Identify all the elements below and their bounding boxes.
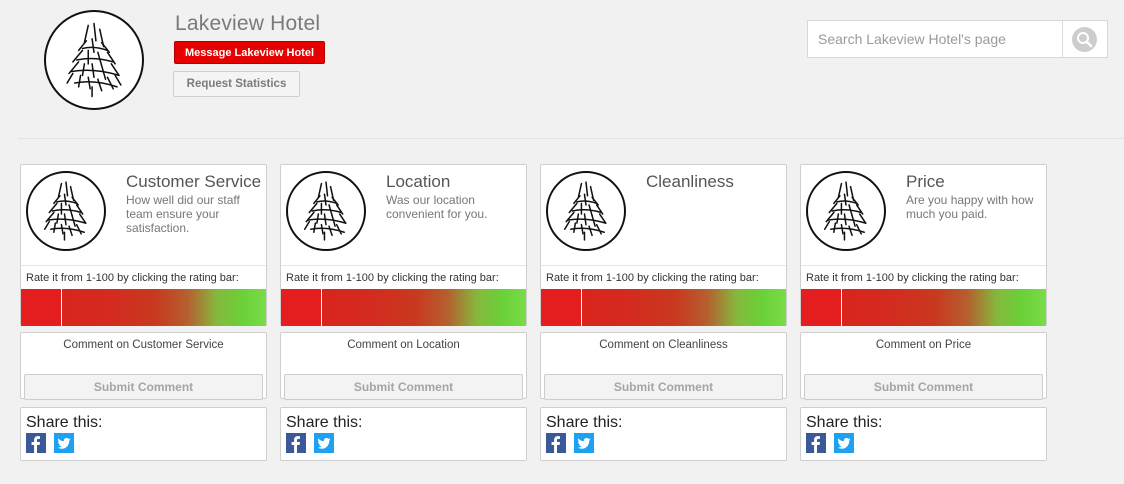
card-description: Are you happy with how much you paid. — [906, 193, 1034, 221]
card-divider — [541, 265, 786, 266]
submit-comment-button[interactable]: Submit Comment — [544, 374, 783, 400]
card-title: Customer Service — [126, 172, 262, 191]
message-hotel-button[interactable]: Message Lakeview Hotel — [174, 41, 326, 64]
search-divider — [1062, 21, 1063, 57]
rating-bar[interactable] — [801, 289, 1046, 326]
pine-tree-logo-icon — [286, 171, 366, 251]
share-label: Share this: — [26, 414, 103, 431]
submit-comment-button[interactable]: Submit Comment — [24, 374, 263, 400]
card-title: Price — [906, 172, 945, 191]
rating-bar-segment — [281, 289, 322, 326]
card-header: Cleanliness Rate it from 1-100 by clicki… — [540, 164, 787, 326]
comment-field[interactable]: Comment on Cleanliness — [541, 339, 786, 351]
pine-tree-logo-icon — [26, 171, 106, 251]
comment-field[interactable]: Comment on Customer Service — [21, 339, 266, 351]
card-divider — [801, 265, 1046, 266]
card-header: Location Was our location convenient for… — [280, 164, 527, 326]
rate-instruction: Rate it from 1-100 by clicking the ratin… — [546, 272, 759, 284]
card-title: Location — [386, 172, 451, 191]
comment-box: Comment on Cleanliness Submit Comment — [540, 332, 787, 400]
rate-instruction: Rate it from 1-100 by clicking the ratin… — [26, 272, 239, 284]
page-header: Lakeview Hotel Message Lakeview Hotel Re… — [0, 0, 1124, 138]
share-box: Share this: — [280, 407, 527, 461]
share-label: Share this: — [286, 414, 363, 431]
card-title: Cleanliness — [646, 172, 734, 191]
pine-tree-logo-icon — [806, 171, 886, 251]
hotel-logo-icon — [44, 10, 144, 110]
facebook-icon[interactable] — [26, 433, 46, 453]
header-divider — [18, 138, 1124, 139]
facebook-icon[interactable] — [806, 433, 826, 453]
card-description: How well did our staff team ensure your … — [126, 193, 240, 235]
rate-instruction: Rate it from 1-100 by clicking the ratin… — [286, 272, 499, 284]
hotel-name: Lakeview Hotel — [175, 12, 321, 35]
facebook-icon[interactable] — [546, 433, 566, 453]
card-header: Customer Service How well did our staff … — [20, 164, 267, 326]
search-input[interactable] — [808, 21, 1062, 57]
comment-box: Comment on Price Submit Comment — [800, 332, 1047, 400]
share-box: Share this: — [800, 407, 1047, 461]
comment-box: Comment on Customer Service Submit Comme… — [20, 332, 267, 400]
search-icon[interactable] — [1072, 27, 1097, 52]
search-box — [807, 20, 1108, 58]
comment-field[interactable]: Comment on Price — [801, 339, 1046, 351]
comment-box: Comment on Location Submit Comment — [280, 332, 527, 400]
rate-instruction: Rate it from 1-100 by clicking the ratin… — [806, 272, 1019, 284]
card-divider — [281, 265, 526, 266]
submit-comment-button[interactable]: Submit Comment — [284, 374, 523, 400]
comment-field[interactable]: Comment on Location — [281, 339, 526, 351]
rating-bar[interactable] — [541, 289, 786, 326]
facebook-icon[interactable] — [286, 433, 306, 453]
twitter-icon[interactable] — [54, 433, 74, 453]
share-box: Share this: — [540, 407, 787, 461]
request-statistics-button[interactable]: Request Statistics — [173, 71, 300, 97]
twitter-icon[interactable] — [834, 433, 854, 453]
card-divider — [21, 265, 266, 266]
rating-bar-segment — [541, 289, 582, 326]
twitter-icon[interactable] — [574, 433, 594, 453]
rating-bar-segment — [21, 289, 62, 326]
card-header: Price Are you happy with how much you pa… — [800, 164, 1047, 326]
twitter-icon[interactable] — [314, 433, 334, 453]
share-label: Share this: — [806, 414, 883, 431]
pine-tree-logo-icon — [546, 171, 626, 251]
card-description: Was our location convenient for you. — [386, 193, 488, 221]
rating-bar[interactable] — [281, 289, 526, 326]
rating-bar[interactable] — [21, 289, 266, 326]
share-label: Share this: — [546, 414, 623, 431]
rating-bar-segment — [801, 289, 842, 326]
submit-comment-button[interactable]: Submit Comment — [804, 374, 1043, 400]
share-box: Share this: — [20, 407, 267, 461]
